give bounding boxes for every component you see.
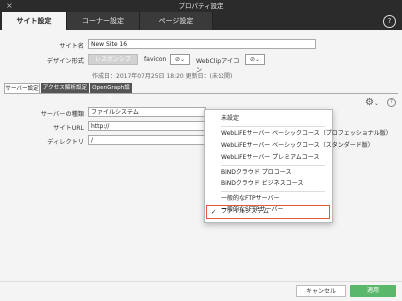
server-type-label: サーバーの種類	[40, 111, 84, 118]
favicon-label: favicon	[144, 56, 167, 63]
directory-label: ディレクトリ	[47, 139, 84, 146]
favicon-picker[interactable]: ⊘⌄	[170, 54, 190, 65]
webclip-picker[interactable]: ⊘⌄	[245, 54, 265, 65]
help-icon[interactable]: ?	[387, 98, 396, 107]
site-url-label: サイトURL	[53, 125, 84, 132]
dropdown-separator	[221, 191, 325, 192]
design-label: デザイン形式	[46, 58, 84, 65]
directory-input[interactable]: /	[88, 135, 206, 145]
subtab-opengraph[interactable]: OpenGraph設定	[90, 83, 132, 101]
no-image-icon: ⊘⌄	[174, 56, 186, 63]
dropdown-option-selected[interactable]: ✓ ファイルシステム	[205, 207, 330, 217]
dropdown-option[interactable]: 一般的なFTPサーバー	[205, 194, 332, 204]
subtab-analytics[interactable]: アクセス解析設定	[41, 83, 89, 93]
main-tabs: サイト設定 コーナー設定 ページ設定 ?	[0, 12, 402, 30]
tab-corner-settings[interactable]: コーナー設定	[67, 12, 140, 30]
dropdown-option[interactable]: WebLiFEサーバー ベーシックコース（スタンダード版）	[205, 141, 374, 151]
dropdown-separator	[221, 165, 325, 166]
site-url-input[interactable]: http://	[88, 121, 206, 131]
dropdown-option[interactable]: BiNDクラウド ビジネスコース	[205, 179, 332, 189]
apply-button[interactable]: 適用	[350, 285, 396, 297]
checkmark-icon: ✓	[211, 208, 217, 216]
dropdown-option[interactable]: WebLiFEサーバー プレミアムコース	[205, 153, 332, 163]
footer-divider	[0, 281, 402, 282]
dropdown-separator	[221, 126, 325, 127]
dropdown-option[interactable]: WebLiFEサーバー ベーシックコース（プロフェッショナル版）	[205, 129, 392, 139]
site-name-input[interactable]: New Site 16	[88, 39, 316, 49]
close-icon[interactable]: ×	[6, 0, 13, 12]
gear-icon[interactable]: ⚙⌄	[365, 97, 379, 108]
window-titlebar: × プロパティ設定	[0, 0, 402, 12]
site-name-label: サイト名	[59, 43, 84, 50]
site-meta-dates: 作成日：2017年07月25日 18:20 更新日：(未公開)	[92, 73, 233, 80]
window-title: プロパティ設定	[178, 2, 224, 10]
dropdown-option[interactable]: BiNDクラウド プロコース	[205, 168, 332, 178]
design-responsive-button[interactable]: レスポンシブ	[88, 54, 138, 65]
help-icon[interactable]: ?	[383, 15, 396, 28]
tab-page-settings[interactable]: ページ設定	[140, 12, 213, 30]
subtab-server[interactable]: サーバー設定	[4, 83, 40, 93]
tab-site-settings[interactable]: サイト設定	[2, 12, 67, 30]
cancel-button[interactable]: キャンセル	[296, 285, 346, 297]
subtab-divider	[4, 93, 398, 94]
server-type-select[interactable]: ファイルシステム	[88, 107, 206, 117]
no-image-icon: ⊘⌄	[249, 56, 261, 63]
dropdown-option[interactable]: 未設定	[205, 114, 332, 124]
